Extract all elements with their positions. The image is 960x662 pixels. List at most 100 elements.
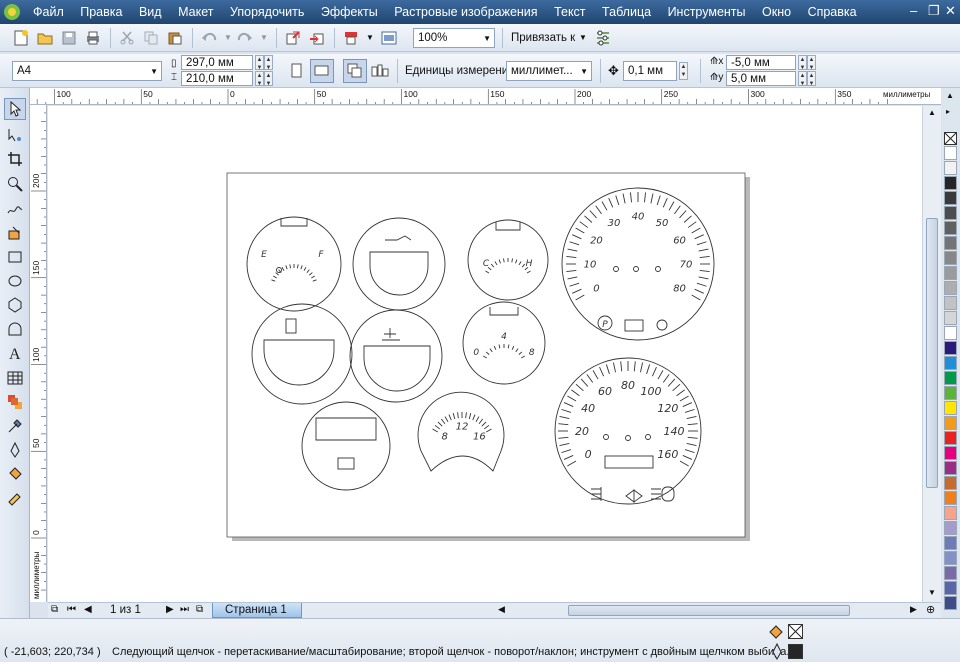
pick-tool-icon[interactable]	[4, 98, 26, 120]
smart-fill-tool-icon[interactable]	[4, 222, 26, 244]
paste-icon[interactable]	[164, 27, 186, 49]
color-swatch[interactable]	[944, 191, 957, 205]
hscroll-right-icon[interactable]: ▶	[910, 604, 917, 615]
units-select[interactable]: миллимет... ▼	[506, 61, 592, 81]
color-swatch[interactable]	[944, 566, 957, 580]
previous-page-icon[interactable]: ◀	[84, 604, 92, 615]
menu-edit[interactable]: Правка	[80, 5, 122, 19]
copy-icon[interactable]	[140, 27, 162, 49]
open-folder-icon[interactable]	[34, 27, 56, 49]
import-icon[interactable]	[282, 27, 304, 49]
ellipse-tool-icon[interactable]	[4, 270, 26, 292]
menu-text[interactable]: Текст	[554, 5, 585, 19]
nudge-distance-input[interactable]: 0,1 мм	[623, 61, 677, 81]
fill-tool-icon[interactable]	[4, 463, 26, 485]
snap-to-button[interactable]: Привязать к	[511, 32, 575, 44]
options-icon[interactable]	[592, 27, 614, 49]
restore-icon[interactable]: ❐	[928, 3, 940, 19]
menu-help[interactable]: Справка	[808, 5, 857, 19]
color-swatch[interactable]	[944, 596, 957, 610]
outline-pen-tool-icon[interactable]	[4, 439, 26, 461]
color-swatch[interactable]	[944, 536, 957, 550]
color-swatch[interactable]	[944, 266, 957, 280]
table-tool-icon[interactable]	[4, 367, 26, 389]
basic-shapes-tool-icon[interactable]	[4, 318, 26, 340]
duplicate-x-input[interactable]: -5,0 мм	[726, 55, 796, 70]
color-swatch[interactable]	[944, 446, 957, 460]
export-icon[interactable]	[306, 27, 328, 49]
color-swatch[interactable]	[944, 221, 957, 235]
zoom-level-select[interactable]: 100% ▼	[413, 28, 495, 48]
color-swatch[interactable]	[944, 401, 957, 415]
vertical-ruler[interactable]: 200 150 100 50 0 миллиметры	[30, 105, 47, 602]
redo-icon[interactable]	[234, 27, 256, 49]
color-swatch[interactable]	[944, 161, 957, 175]
menu-view[interactable]: Вид	[139, 5, 162, 19]
color-swatch[interactable]	[944, 491, 957, 505]
save-icon[interactable]	[58, 27, 80, 49]
portrait-icon[interactable]	[286, 60, 308, 82]
color-swatch[interactable]	[944, 296, 957, 310]
eyedropper-tool-icon[interactable]	[4, 415, 26, 437]
horizontal-scroll-thumb[interactable]	[568, 605, 850, 616]
paper-size-select[interactable]: A4 ▼	[12, 61, 162, 81]
color-swatch[interactable]	[944, 206, 957, 220]
color-swatch[interactable]	[944, 386, 957, 400]
undo-dropdown-icon[interactable]: ▼	[224, 33, 232, 42]
color-swatch[interactable]	[944, 146, 957, 160]
redo-dropdown-icon[interactable]: ▼	[260, 33, 268, 42]
color-swatch[interactable]	[944, 371, 957, 385]
color-swatch[interactable]	[944, 356, 957, 370]
polygon-tool-icon[interactable]	[4, 294, 26, 316]
duplicate-x-lock[interactable]: ▲ ▼	[807, 55, 816, 71]
new-document-icon[interactable]	[10, 27, 32, 49]
zoom-dropdown-icon[interactable]: ▼	[483, 34, 491, 43]
launcher-dropdown-icon[interactable]: ▼	[366, 33, 374, 42]
color-swatch[interactable]	[944, 461, 957, 475]
units-dropdown-icon[interactable]: ▼	[580, 67, 588, 76]
zoom-tool-icon[interactable]	[4, 173, 26, 195]
color-swatch[interactable]	[944, 326, 957, 340]
application-launcher-icon[interactable]	[340, 27, 362, 49]
next-page-icon[interactable]: ▶	[166, 604, 174, 615]
menu-window[interactable]: Окно	[762, 5, 791, 19]
interactive-blend-tool-icon[interactable]	[4, 391, 26, 413]
print-icon[interactable]	[82, 27, 104, 49]
menu-effects[interactable]: Эффекты	[321, 5, 378, 19]
horizontal-ruler[interactable]: 100 50 0 50 100 150 200 250 300 350 миллиметры	[30, 88, 941, 105]
page-tab[interactable]: Страница 1	[212, 603, 302, 618]
current-page-icon[interactable]	[369, 60, 391, 82]
scroll-up-icon[interactable]: ▲	[928, 108, 936, 117]
page-width-spinner[interactable]: ▲ ▼	[255, 55, 264, 71]
page-height-spinner[interactable]: ▲ ▼	[255, 71, 264, 87]
page-width-lock[interactable]: ▲ ▼	[264, 55, 273, 71]
palette-menu-icon[interactable]: ▸	[946, 107, 950, 116]
fill-indicator-icon[interactable]	[767, 623, 785, 641]
color-swatch[interactable]	[944, 281, 957, 295]
vertical-scroll-thumb[interactable]	[926, 218, 938, 488]
color-swatch[interactable]	[944, 551, 957, 565]
navigator-zoom-icon[interactable]: ⊕	[926, 603, 935, 616]
first-page-icon[interactable]: ⏮	[67, 604, 76, 615]
shape-tool-icon[interactable]	[4, 124, 26, 146]
color-swatch[interactable]	[944, 521, 957, 535]
page-width-input[interactable]: 297,0 мм	[181, 55, 253, 70]
no-color-swatch[interactable]	[944, 132, 957, 145]
menu-file[interactable]: Файл	[33, 5, 64, 19]
add-page-after-icon[interactable]: ⧉	[196, 604, 203, 615]
app-logo-icon[interactable]	[2, 2, 22, 22]
menu-bitmaps[interactable]: Растровые изображения	[394, 5, 537, 19]
color-swatch[interactable]	[944, 236, 957, 250]
menu-tools[interactable]: Инструменты	[668, 5, 746, 19]
paper-size-dropdown-icon[interactable]: ▼	[150, 67, 158, 76]
duplicate-y-lock[interactable]: ▲ ▼	[807, 71, 816, 87]
color-swatch[interactable]	[944, 476, 957, 490]
nudge-spinner[interactable]: ▲ ▼	[679, 62, 688, 80]
color-swatch[interactable]	[944, 416, 957, 430]
landscape-icon[interactable]	[310, 59, 334, 83]
snap-dropdown-icon[interactable]: ▼	[579, 33, 587, 42]
freehand-tool-icon[interactable]	[4, 198, 26, 220]
vertical-scrollbar[interactable]: ▲ ▼	[922, 106, 941, 602]
rectangle-tool-icon[interactable]	[4, 246, 26, 268]
color-swatch[interactable]	[944, 311, 957, 325]
